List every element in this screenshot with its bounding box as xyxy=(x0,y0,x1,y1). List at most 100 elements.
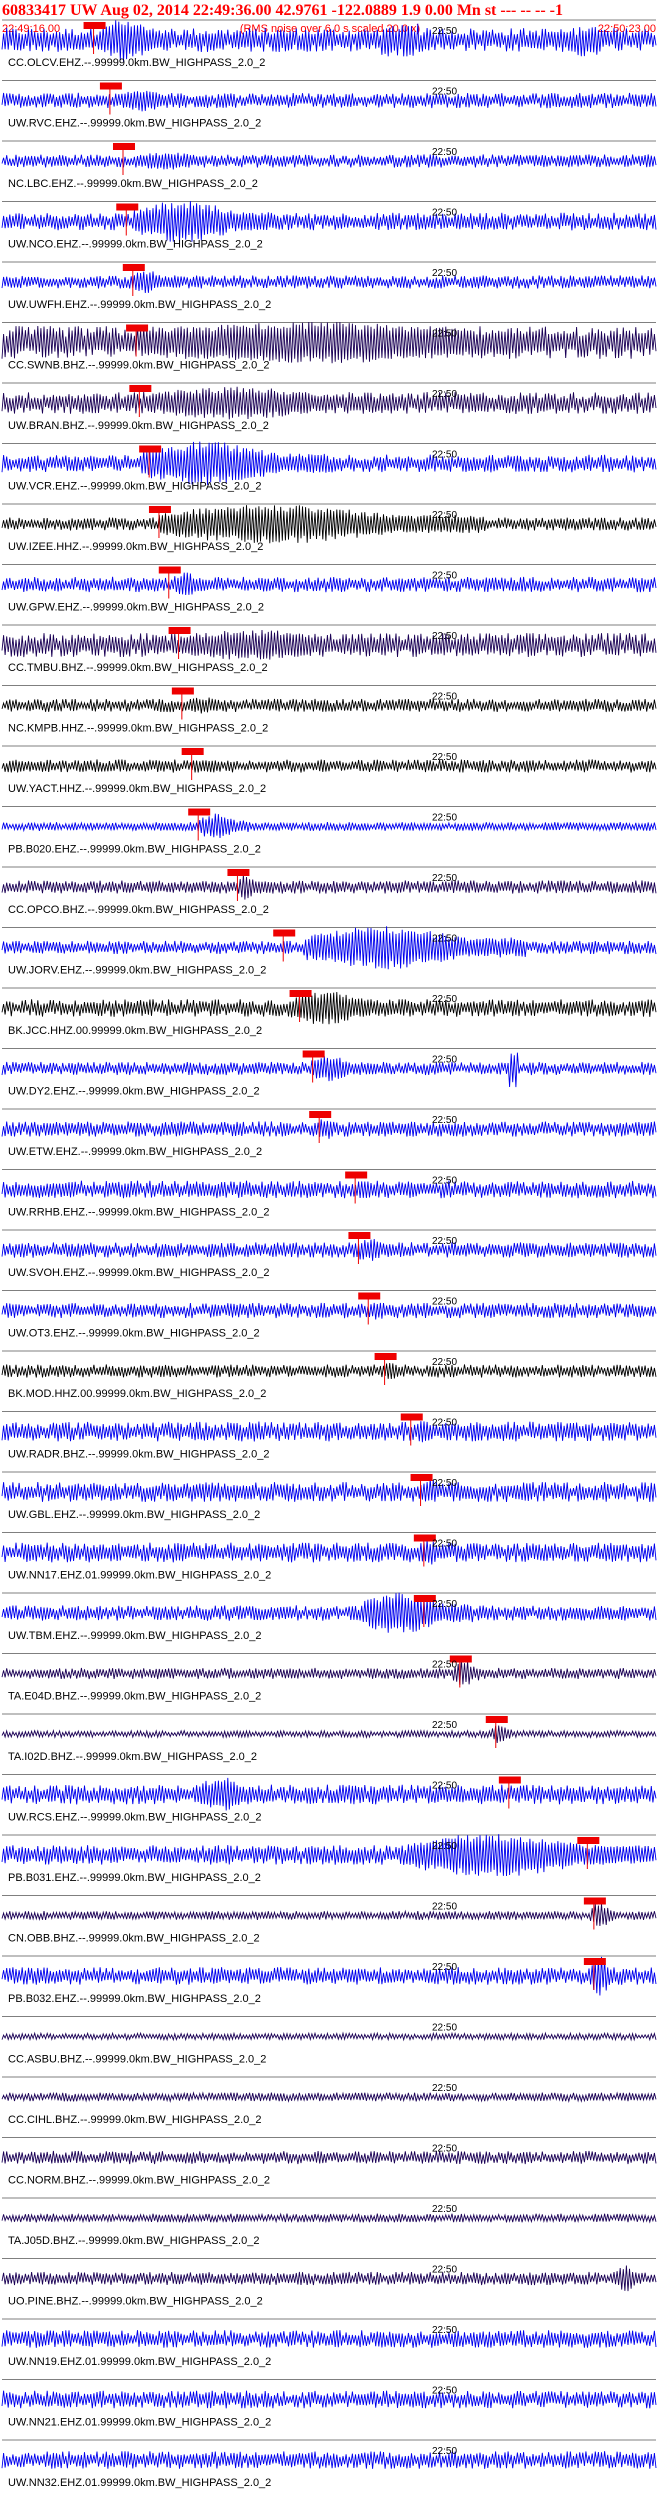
trace-label: UW.UWFH.EHZ.--.99999.0km.BW_HIGHPASS_2.0… xyxy=(8,299,271,311)
trace-label: UW.NN32.EHZ.01.99999.0km.BW_HIGHPASS_2.0… xyxy=(8,2477,271,2489)
trace-label: NC.KMPB.HHZ.--.99999.0km.BW_HIGHPASS_2.0… xyxy=(8,723,268,735)
trace-label: UW.SVOH.EHZ.--.99999.0km.BW_HIGHPASS_2.0… xyxy=(8,1267,269,1279)
time-mark-label: 22:50 xyxy=(432,389,457,400)
pick-marker-tag xyxy=(358,1292,381,1300)
time-mark-label: 22:50 xyxy=(432,1962,457,1973)
pick-marker-tag xyxy=(181,748,204,755)
time-mark-label: 22:50 xyxy=(432,1297,457,1308)
pick-marker-tag xyxy=(139,445,162,453)
trace-label: UW.TBM.EHZ.--.99999.0km.BW_HIGHPASS_2.0_… xyxy=(8,1630,261,1642)
trace-label: UW.NN21.EHZ.01.99999.0km.BW_HIGHPASS_2.0… xyxy=(8,2417,271,2429)
trace-label: UW.NN19.EHZ.01.99999.0km.BW_HIGHPASS_2.0… xyxy=(8,2356,271,2368)
time-mark-label: 22:50 xyxy=(432,2325,457,2336)
time-mark-label: 22:50 xyxy=(432,994,457,1005)
pick-marker-tag xyxy=(345,1171,368,1179)
pick-marker-tag xyxy=(129,385,152,392)
time-mark-label: 22:50 xyxy=(432,1841,457,1852)
time-mark-label: 22:50 xyxy=(432,1236,457,1247)
trace-label: CC.ASBU.BHZ.--.99999.0km.BW_HIGHPASS_2.0… xyxy=(8,2054,266,2066)
pick-marker-tag xyxy=(583,1897,606,1905)
pick-marker-tag xyxy=(498,1776,521,1784)
time-mark-label: 22:50 xyxy=(432,147,457,158)
time-mark-label: 22:50 xyxy=(432,692,457,703)
time-mark-label: 22:50 xyxy=(432,1660,457,1671)
time-mark-label: 22:50 xyxy=(432,268,457,279)
pick-marker-tag xyxy=(168,627,191,634)
pick-marker-tag xyxy=(112,143,135,150)
time-mark-label: 22:50 xyxy=(432,813,457,824)
pick-marker-tag xyxy=(122,264,145,271)
time-mark-label: 22:50 xyxy=(432,1176,457,1187)
trace-label: UW.GBL.EHZ.--.99999.0km.BW_HIGHPASS_2.0_… xyxy=(8,1509,260,1521)
trace-label: CC.OLCV.EHZ.--.99999.0km.BW_HIGHPASS_2.0… xyxy=(8,57,265,69)
trace-label: UW.BRAN.BHZ.--.99999.0km.BW_HIGHPASS_2.0… xyxy=(8,420,269,432)
time-mark-label: 22:50 xyxy=(432,571,457,582)
trace-label: UW.JORV.EHZ.--.99999.0km.BW_HIGHPASS_2.0… xyxy=(8,965,266,977)
trace-label: UW.OT3.EHZ.--.99999.0km.BW_HIGHPASS_2.0_… xyxy=(8,1328,260,1340)
trace-label: UW.RADR.BHZ.--.99999.0km.BW_HIGHPASS_2.0… xyxy=(8,1449,269,1461)
trace-label: UO.PINE.BHZ.--.99999.0km.BW_HIGHPASS_2.0… xyxy=(8,2296,263,2308)
trace-label: UW.GPW.EHZ.--.99999.0km.BW_HIGHPASS_2.0_… xyxy=(8,602,264,614)
trace-label: CC.NORM.BHZ.--.99999.0km.BW_HIGHPASS_2.0… xyxy=(8,2175,270,2187)
trace-label: UW.RCS.EHZ.--.99999.0km.BW_HIGHPASS_2.0_… xyxy=(8,1812,262,1824)
pick-marker-tag xyxy=(309,1111,332,1118)
time-mark-label: 22:50 xyxy=(432,208,457,219)
time-mark-label: 22:50 xyxy=(432,1115,457,1126)
pick-marker-tag xyxy=(577,1837,600,1844)
time-mark-label: 22:50 xyxy=(432,2083,457,2094)
time-mark-label: 22:50 xyxy=(432,329,457,340)
pick-marker-tag xyxy=(148,506,171,513)
trace-label: CC.OPCO.BHZ.--.99999.0km.BW_HIGHPASS_2.0… xyxy=(8,904,269,916)
trace-label: BK.JCC.HHZ.00.99999.0km.BW_HIGHPASS_2.0_… xyxy=(8,1025,262,1037)
time-mark-label: 22:50 xyxy=(432,2446,457,2457)
trace-label: PB.B031.EHZ.--.99999.0km.BW_HIGHPASS_2.0… xyxy=(8,1872,261,1884)
time-mark-label: 22:50 xyxy=(432,934,457,945)
trace-label: BK.MOD.HHZ.00.99999.0km.BW_HIGHPASS_2.0_… xyxy=(8,1388,266,1400)
pick-marker-tag xyxy=(374,1353,397,1360)
pick-marker-tag xyxy=(171,687,194,695)
time-mark-label: 22:50 xyxy=(432,1478,457,1489)
seismogram-plot: 60833417 UW Aug 02, 2014 22:49:36.00 42.… xyxy=(0,0,660,2498)
time-mark-label: 22:50 xyxy=(432,1781,457,1792)
time-mark-label: 22:50 xyxy=(432,26,457,37)
trace-label: TA.J05D.BHZ.--.99999.0km.BW_HIGHPASS_2.0… xyxy=(8,2235,259,2247)
trace-label: UW.ETW.EHZ.--.99999.0km.BW_HIGHPASS_2.0_… xyxy=(8,1146,262,1158)
pick-marker-tag xyxy=(485,1716,508,1723)
time-mark-label: 22:50 xyxy=(432,873,457,884)
trace-label: TA.E04D.BHZ.--.99999.0km.BW_HIGHPASS_2.0… xyxy=(8,1691,261,1703)
time-mark-label: 22:50 xyxy=(432,2265,457,2276)
time-mark-label: 22:50 xyxy=(432,1418,457,1429)
trace-label: UW.YACT.HHZ.--.99999.0km.BW_HIGHPASS_2.0… xyxy=(8,783,266,795)
time-mark-label: 22:50 xyxy=(432,510,457,521)
trace-label: UW.RVC.EHZ.--.99999.0km.BW_HIGHPASS_2.0_… xyxy=(8,118,261,130)
pick-marker-tag xyxy=(273,929,296,937)
pick-marker-tag xyxy=(400,1413,423,1421)
time-mark-label: 22:50 xyxy=(432,2386,457,2397)
time-mark-label: 22:50 xyxy=(432,1902,457,1913)
trace-label: CC.TMBU.BHZ.--.99999.0km.BW_HIGHPASS_2.0… xyxy=(8,662,268,674)
trace-label: NC.LBC.EHZ.--.99999.0km.BW_HIGHPASS_2.0_… xyxy=(8,178,258,190)
pick-marker-tag xyxy=(99,82,122,90)
pick-marker-tag xyxy=(158,566,181,574)
pick-marker-tag xyxy=(126,324,149,332)
time-mark-label: 22:50 xyxy=(432,2204,457,2215)
time-mark-label: 22:50 xyxy=(432,1539,457,1550)
pick-marker-tag xyxy=(289,990,312,997)
trace-label: UW.VCR.EHZ.--.99999.0km.BW_HIGHPASS_2.0_… xyxy=(8,481,262,493)
header-title: 60833417 UW Aug 02, 2014 22:49:36.00 42.… xyxy=(2,2,563,19)
trace-label: PB.B032.EHZ.--.99999.0km.BW_HIGHPASS_2.0… xyxy=(8,1993,261,2005)
trace-label: UW.IZEE.HHZ.--.99999.0km.BW_HIGHPASS_2.0… xyxy=(8,541,263,553)
pick-marker-tag xyxy=(302,1050,325,1058)
time-mark-label: 22:50 xyxy=(432,2144,457,2155)
pick-marker-tag xyxy=(410,1474,433,1481)
trace-label: UW.RRHB.EHZ.--.99999.0km.BW_HIGHPASS_2.0… xyxy=(8,1207,269,1219)
pick-marker-tag xyxy=(583,1958,606,1965)
pick-marker-tag xyxy=(188,808,211,816)
time-mark-label: 22:50 xyxy=(432,87,457,98)
time-mark-label: 22:50 xyxy=(432,450,457,461)
time-mark-label: 22:50 xyxy=(432,1055,457,1066)
trace-label: CC.CIHL.BHZ.--.99999.0km.BW_HIGHPASS_2.0… xyxy=(8,2114,262,2126)
time-mark-label: 22:50 xyxy=(432,2023,457,2034)
time-mark-label: 22:50 xyxy=(432,1599,457,1610)
trace-label: PB.B020.EHZ.--.99999.0km.BW_HIGHPASS_2.0… xyxy=(8,844,261,856)
